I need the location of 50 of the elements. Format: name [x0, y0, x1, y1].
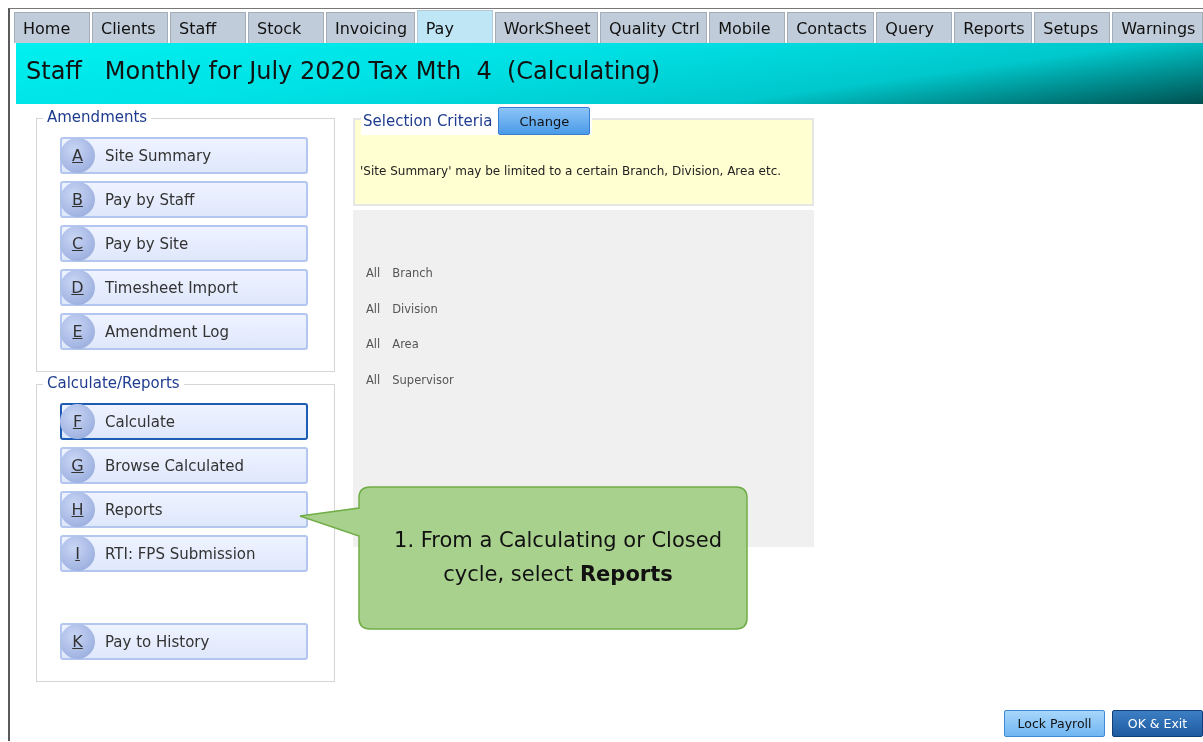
menu-tab[interactable]: Contacts — [787, 12, 875, 43]
menu-tab[interactable]: Staff — [170, 12, 246, 43]
menu-tab[interactable]: Quality Ctrl — [599, 12, 708, 43]
menu-tab[interactable]: Reports — [954, 12, 1033, 43]
menu-tab[interactable]: Pay — [416, 10, 493, 43]
menu-tab[interactable]: Invoicing — [326, 12, 415, 43]
key-badge: D — [60, 269, 95, 305]
menu-tab[interactable]: Clients — [92, 12, 168, 43]
action-button[interactable]: G Browse Calculated — [60, 447, 308, 484]
key-badge: C — [60, 225, 95, 261]
filter-value: All — [366, 372, 381, 389]
key-badge: F — [60, 403, 95, 439]
filter-label: Branch — [392, 266, 433, 282]
change-button[interactable]: Change — [498, 107, 591, 135]
menu-tab[interactable]: Stock — [248, 12, 324, 43]
menu-tab[interactable]: Mobile — [709, 12, 786, 43]
footer-button[interactable]: Lock Payroll — [1004, 710, 1105, 737]
group-title: Calculate/Reports — [43, 374, 184, 392]
action-button[interactable]: H Reports — [60, 491, 308, 528]
key-badge: E — [60, 313, 95, 349]
action-button[interactable]: B Pay by Staff — [60, 181, 308, 218]
action-button[interactable]: A Site Summary — [60, 137, 308, 174]
action-button[interactable]: C Pay by Site — [60, 225, 308, 262]
key-badge: G — [60, 447, 95, 483]
section-title: Selection Criteria — [363, 112, 493, 130]
action-button[interactable]: K Pay to History — [60, 623, 308, 660]
filter-value: All — [366, 301, 381, 318]
footer-button[interactable]: OK & Exit — [1112, 710, 1203, 737]
key-badge: K — [60, 623, 95, 659]
filter-label: Area — [392, 337, 419, 353]
filter-label: Supervisor — [392, 372, 454, 389]
description-text: 'Site Summary' may be limited to a certain Branch, Division, Area etc. — [360, 164, 782, 178]
menu-tab[interactable]: Setups — [1034, 12, 1111, 43]
key-badge: H — [60, 491, 95, 527]
key-badge: B — [60, 181, 95, 217]
key-badge: A — [60, 137, 95, 173]
menu-tab[interactable]: Home — [14, 12, 90, 43]
action-button[interactable]: D Timesheet Import — [60, 269, 308, 306]
filter-label: Division — [392, 301, 438, 318]
key-badge: I — [60, 535, 95, 571]
filter-value: All — [366, 266, 381, 282]
menu-tab[interactable]: Warnings — [1112, 12, 1203, 43]
action-button[interactable]: E Amendment Log — [60, 313, 308, 350]
menu-tab[interactable]: Query — [876, 12, 953, 43]
page-title: Staff Monthly for July 2020 Tax Mth 4 (Calculating) — [26, 57, 661, 85]
action-button[interactable]: I RTI: FPS Submission — [60, 535, 308, 572]
callout-text: 1. From a Calculating or Closed cycle, select Reports — [393, 526, 723, 588]
menu-tab[interactable]: WorkSheet — [494, 12, 598, 43]
filter-value: All — [366, 337, 381, 353]
action-button[interactable]: F Calculate — [60, 403, 308, 440]
